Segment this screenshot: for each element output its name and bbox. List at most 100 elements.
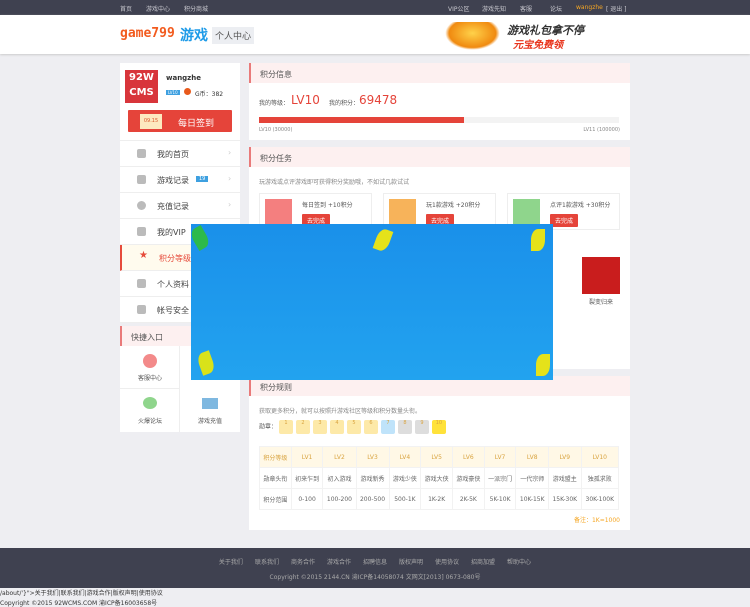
nav-home[interactable]: 首页 (120, 4, 132, 13)
medal-row: 勋章： 1 2 3 4 5 6 7 8 9 10 (259, 420, 449, 434)
footer-link[interactable]: 联系我们 (255, 559, 279, 566)
logo[interactable]: game799 (120, 26, 175, 41)
table-cell: 30K-100K (580, 488, 620, 510)
table-cell: LV1 (290, 446, 324, 468)
username-link[interactable]: wangzhe (576, 4, 603, 11)
quick-forum[interactable]: 火爆论坛 (120, 389, 180, 432)
level-table: 积分等级 LV1 LV2 LV3 LV4 LV5 LV6 LV7 LV8 LV9 LV10 勋章头衔初… (259, 446, 620, 510)
gamepad-icon (389, 199, 416, 226)
table-cell: LV6 (452, 446, 485, 468)
table-cell: 一代宗师 (515, 467, 549, 489)
leaf-decoration (188, 224, 212, 252)
footer: 关于我们 联系我们 商务合作 游戏合作 招聘信息 版权声明 使用协议 招商加盟 帮助中心 Cop… (0, 548, 750, 588)
nav-game-center[interactable]: 游戏中心 (146, 4, 170, 13)
calendar-check-icon (265, 199, 292, 226)
table-cell: 积分等级 (259, 446, 292, 468)
nav-prophet[interactable]: 游戏先知 (482, 4, 506, 13)
headset-icon (143, 354, 157, 368)
leaf-decoration (372, 227, 394, 253)
ingot-image (445, 22, 500, 50)
level-medal-icon: 8 (397, 420, 412, 434)
chevron-right-icon: › (228, 174, 232, 183)
table-cell: 游戏少侠 (388, 467, 422, 489)
gamepad-icon (137, 175, 146, 184)
table-cell: 勋章头衔 (259, 467, 292, 489)
nav-service[interactable]: 客服 (520, 4, 532, 13)
count-badge: 19 (196, 176, 209, 182)
footer-link[interactable]: 招商加盟 (471, 559, 495, 566)
level-medal-icon: 1 (278, 420, 293, 434)
table-cell: 积分范围 (259, 488, 292, 510)
quick-recharge[interactable]: 游戏充值 (180, 389, 240, 432)
footer-link[interactable]: 帮助中心 (507, 559, 531, 566)
level-medal-icon: 4 (329, 420, 344, 434)
table-cell: 初来乍到 (290, 467, 324, 489)
table-cell: 200-500 (355, 488, 390, 510)
level-progress-bar (259, 117, 619, 123)
logo-game: 游戏 (180, 28, 208, 44)
level-medal-icon: 3 (312, 420, 327, 434)
level-medal-icon: 2 (295, 420, 310, 434)
task-go-button[interactable]: 去完成 (550, 214, 579, 227)
footer-link[interactable]: 关于我们 (219, 559, 243, 566)
points-info-panel: 积分信息 我的等级： LV10 我的积分： 69478 LV10 (30000)… (249, 63, 630, 140)
sidebar-item-game-records[interactable]: 游戏记录 19 › (120, 167, 240, 193)
table-cell: LV8 (515, 446, 549, 468)
lock-icon (137, 305, 146, 314)
level-medal-icon: 10 (431, 420, 446, 434)
footer-link[interactable]: 版权声明 (399, 559, 423, 566)
table-cell: LV10 (580, 446, 620, 468)
table-cell: LV9 (548, 446, 582, 468)
level-medal-icon: 5 (346, 420, 361, 434)
table-cell: 0-100 (290, 488, 324, 510)
table-cell: LV3 (355, 446, 390, 468)
calendar-icon: 09.15 (140, 114, 162, 129)
logout-link[interactable]: [ 退出 ] (606, 4, 627, 13)
nav-vip[interactable]: VIP公区 (448, 4, 470, 13)
table-cell: 1K-2K (420, 488, 453, 510)
leaf-decoration (195, 350, 217, 376)
level-badge: LV10 (166, 90, 180, 95)
current-points: 69478 (359, 93, 398, 107)
quick-service[interactable]: 客服中心 (120, 346, 180, 389)
table-row: 积分等级 LV1 LV2 LV3 LV4 LV5 LV6 LV7 LV8 LV9 LV10 (259, 446, 620, 468)
footer-copyright: Copyright ©2015 2144.CN 渝ICP备14058074 文网… (269, 574, 481, 581)
chevron-right-icon: › (228, 200, 232, 209)
leaf-decoration (536, 354, 550, 376)
bottom-links[interactable]: /about/'}">关于我们|联系我们|游戏合作|版权声明|使用协议 (0, 588, 163, 597)
chat-icon (143, 397, 157, 409)
game-name[interactable]: 裂变归来 (582, 297, 620, 306)
footer-link[interactable]: 商务合作 (291, 559, 315, 566)
footer-link[interactable]: 招聘信息 (363, 559, 387, 566)
level-medal-icon: 6 (363, 420, 378, 434)
game-thumbnail[interactable] (582, 257, 620, 294)
coin-icon (137, 201, 146, 210)
popup-ad-overlay[interactable] (188, 224, 553, 380)
table-cell: 2K-5K (452, 488, 485, 510)
nav-points-mall[interactable]: 积分商城 (184, 4, 208, 13)
page-title: 个人中心 (212, 27, 255, 44)
table-cell: 500-1K (388, 488, 422, 510)
table-cell: 100-200 (322, 488, 357, 510)
avatar[interactable]: 92W CMS (125, 70, 158, 103)
chat-bubble-icon (513, 199, 540, 226)
nav-forum[interactable]: 论坛 (550, 4, 562, 13)
table-cell: 10K-15K (515, 488, 549, 510)
recharge-icon (202, 398, 218, 409)
footer-link[interactable]: 游戏合作 (327, 559, 351, 566)
medal-icon (184, 88, 191, 95)
table-cell: LV2 (322, 446, 357, 468)
table-cell: 一派宗门 (483, 467, 517, 489)
panel-title: 积分任务 (249, 147, 630, 167)
level-medal-icon: 7 (380, 420, 395, 434)
footer-link[interactable]: 使用协议 (435, 559, 459, 566)
panel-title: 积分信息 (249, 63, 630, 83)
sidebar-item-recharge[interactable]: 充值记录 › (120, 193, 240, 219)
sidebar-item-home[interactable]: 我的首页 › (120, 141, 240, 167)
top-bar: 首页 游戏中心 积分商城 VIP公区 游戏先知 客服 论坛 wangzhe [ … (0, 0, 750, 15)
home-icon (137, 149, 146, 158)
level-progress-fill (259, 117, 465, 123)
ad-line2[interactable]: 元宝免费领 (513, 36, 563, 51)
table-row: 勋章头衔 初来乍到 初入游戏 游戏新秀 游戏少侠 游戏大侠 游戏豪侠 一派宗门 一代宗师 游戏盟主… (259, 467, 620, 489)
daily-sign-button[interactable]: 09.15 每日签到 (128, 110, 232, 132)
